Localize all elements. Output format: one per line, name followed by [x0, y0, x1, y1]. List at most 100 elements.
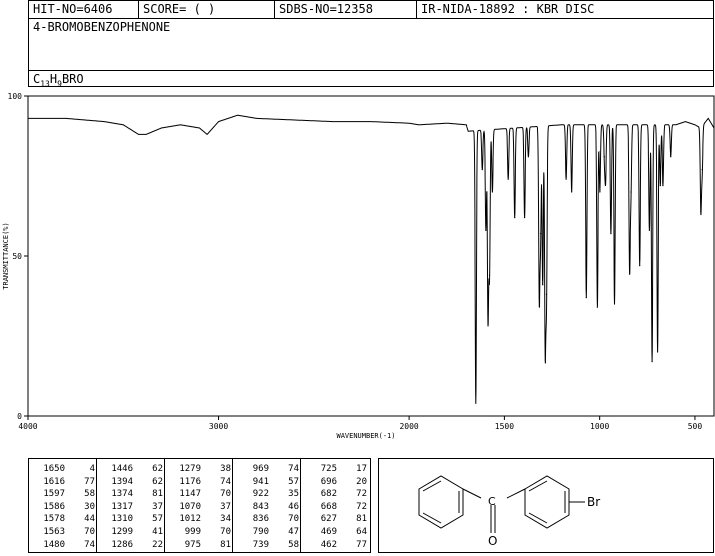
peak-transmittance: 35 — [288, 489, 299, 500]
peak-point — [488, 274, 491, 276]
peak-entry: 1176 74 — [165, 476, 232, 488]
peak-wavenumber: 1563 — [43, 527, 65, 537]
peak-point — [538, 297, 540, 299]
peak-point — [565, 178, 567, 180]
peak-entry: 1578 44 — [29, 513, 96, 525]
peak-wavenumber: 668 — [320, 501, 337, 512]
peak-table: 1650 4 1616 77 1597 58 1586 30 1578 44 1563 70 1480 7… — [28, 458, 371, 553]
left-ring-double-bond — [422, 480, 442, 492]
peak-transmittance: 62 — [152, 476, 163, 487]
peak-entry: 462 77 — [301, 539, 370, 551]
peak-wavenumber: 1578 — [43, 514, 65, 525]
peak-entry: 1299 41 — [97, 526, 164, 538]
peak-wavenumber: 1446 — [111, 464, 133, 474]
peak-wavenumber: 1650 — [43, 464, 65, 474]
x-tick-label: 4000 — [18, 422, 37, 431]
peak-transmittance: 44 — [84, 514, 95, 525]
peak-wavenumber: 969 — [252, 464, 269, 474]
peak-point — [651, 361, 653, 363]
peak-wavenumber: 682 — [320, 489, 337, 500]
peak-entry: 1480 74 — [29, 539, 96, 551]
peak-table-column: 969 74 941 57 922 35 843 46 836 70 790 47 739 58 — [233, 459, 301, 552]
peak-transmittance: 74 — [220, 476, 231, 487]
right-ring-double-bond — [528, 512, 548, 524]
x-axis-label: WAVENUMBER(-1) — [336, 432, 395, 440]
peak-entry: 975 81 — [165, 539, 232, 551]
peak-entry: 1394 62 — [97, 476, 164, 488]
peak-wavenumber: 941 — [252, 476, 269, 487]
peak-point — [596, 306, 598, 308]
peak-transmittance: 70 — [288, 514, 299, 525]
peak-table-column: 725 17 696 20 682 72 668 72 627 81 469 64 462 77 — [301, 459, 370, 552]
peak-entry: 922 35 — [233, 488, 300, 500]
peak-wavenumber: 462 — [320, 539, 337, 550]
peak-wavenumber: 1070 — [179, 501, 201, 512]
peak-wavenumber: 725 — [320, 464, 337, 474]
peak-transmittance: 47 — [288, 527, 299, 537]
peak-point — [514, 217, 516, 219]
peak-entry: 696 20 — [301, 476, 370, 488]
x-tick-label: 2000 — [399, 422, 418, 431]
carbon-label: C — [488, 495, 496, 508]
peak-point — [487, 319, 489, 321]
peak-transmittance: 74 — [84, 539, 95, 550]
peak-point — [544, 345, 546, 347]
peak-wavenumber: 1176 — [179, 476, 201, 487]
peak-transmittance: 58 — [84, 489, 95, 500]
peak-wavenumber: 1317 — [111, 501, 133, 512]
peak-entry: 790 47 — [233, 526, 300, 538]
y-tick-label: 100 — [8, 92, 23, 101]
peak-point — [539, 233, 542, 235]
peak-entry: 1563 70 — [29, 526, 96, 538]
peak-wavenumber: 1616 — [43, 476, 65, 487]
peak-point — [507, 178, 509, 180]
peak-entry: 739 58 — [233, 539, 300, 551]
peak-point — [491, 191, 493, 193]
peak-point — [639, 265, 641, 267]
peak-point — [523, 217, 526, 219]
structure-panel: C O Br — [378, 458, 714, 553]
peak-point — [599, 191, 601, 193]
peak-wavenumber: 1012 — [179, 514, 201, 525]
peak-wavenumber: 1597 — [43, 489, 65, 500]
x-tick-label: 1500 — [495, 422, 514, 431]
peak-entry: 999 70 — [165, 526, 232, 538]
peak-entry: 1286 22 — [97, 539, 164, 551]
peak-wavenumber: 739 — [252, 539, 269, 550]
peak-entry: 1317 37 — [97, 501, 164, 513]
oxygen-label: O — [488, 534, 497, 548]
y-axis-label: TRANSMITTANCE(%) — [2, 222, 10, 289]
plot-frame — [27, 95, 715, 417]
peak-wavenumber: 469 — [320, 527, 337, 537]
peak-point — [475, 402, 477, 404]
peak-transmittance: 37 — [152, 501, 163, 512]
x-tick-label: 3000 — [209, 422, 228, 431]
bromine-label: Br — [587, 495, 600, 509]
peak-point — [585, 297, 587, 299]
bond-left-carbonyl — [462, 488, 482, 499]
peak-wavenumber: 1374 — [111, 489, 133, 500]
peak-point — [527, 156, 529, 158]
peak-entry: 1616 77 — [29, 476, 96, 488]
peak-point — [571, 191, 573, 193]
peak-transmittance: 41 — [152, 527, 163, 537]
peak-point — [481, 169, 483, 171]
peak-wavenumber: 999 — [184, 527, 201, 537]
peak-transmittance: 81 — [220, 539, 231, 550]
peak-point — [485, 229, 487, 231]
peak-transmittance: 34 — [220, 514, 231, 525]
peak-transmittance: 38 — [220, 464, 231, 474]
peak-transmittance: 70 — [84, 527, 95, 537]
left-ring-double-bond — [422, 512, 442, 524]
peak-wavenumber: 975 — [184, 539, 201, 550]
peak-entry: 843 46 — [233, 501, 300, 513]
peak-wavenumber: 1480 — [43, 539, 65, 550]
peak-point — [628, 268, 631, 270]
right-ring-double-bond — [528, 480, 548, 492]
peak-entry: 1586 30 — [29, 501, 96, 513]
peak-wavenumber: 627 — [320, 514, 337, 525]
peak-point — [542, 284, 544, 286]
peak-wavenumber: 1310 — [111, 514, 133, 525]
peak-point — [656, 351, 659, 353]
x-tick-label: 500 — [688, 422, 703, 431]
